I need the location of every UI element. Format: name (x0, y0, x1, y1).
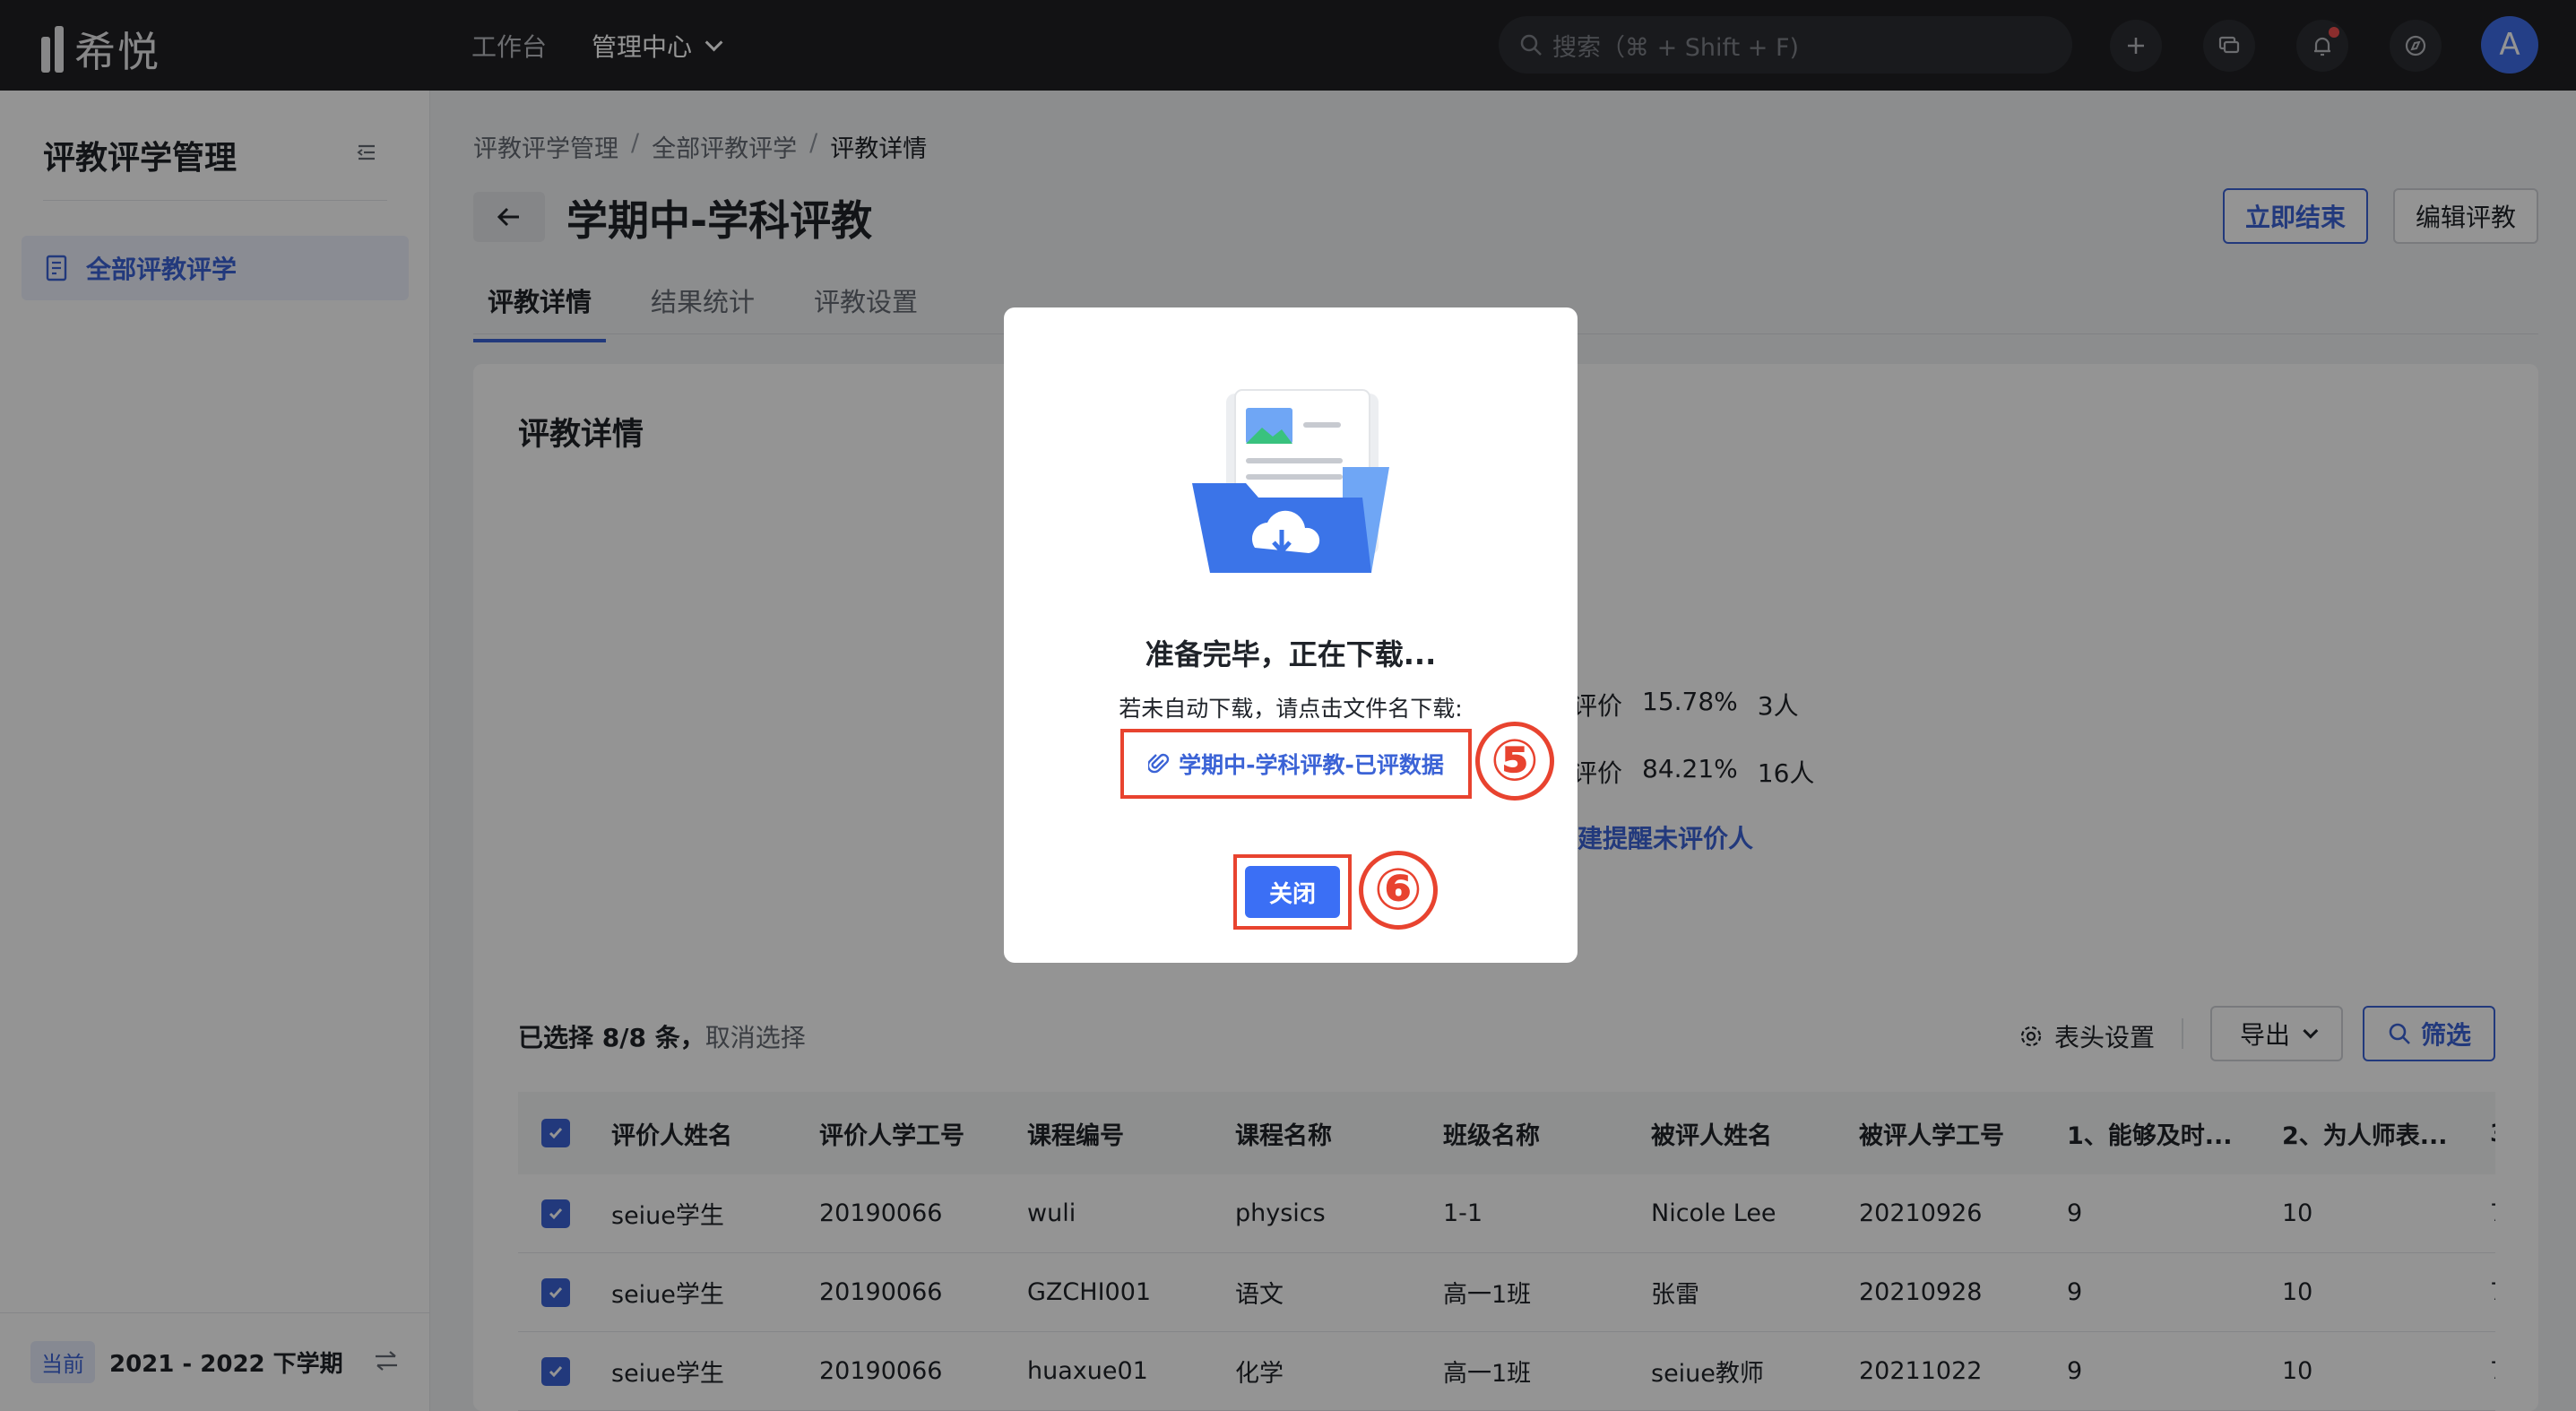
download-file-link[interactable]: 学期中-学科评教-已评数据 (1179, 748, 1444, 780)
step-6-marker: ⑥ (1359, 851, 1438, 930)
paperclip-icon (1148, 753, 1170, 774)
download-modal: 准备完毕，正在下载... 若未自动下载，请点击文件名下载: 学期中-学科评教-已… (1004, 307, 1578, 963)
close-button-highlight: 关闭 (1233, 854, 1352, 930)
download-folder-illustration (1192, 389, 1389, 573)
file-link-highlight: 学期中-学科评教-已评数据 (1120, 729, 1472, 799)
step-5-marker: ⑤ (1475, 722, 1554, 801)
modal-title: 准备完毕，正在下载... (1145, 637, 1437, 671)
modal-hint: 若未自动下载，请点击文件名下载: (1119, 696, 1463, 722)
close-button[interactable]: 关闭 (1245, 866, 1340, 918)
